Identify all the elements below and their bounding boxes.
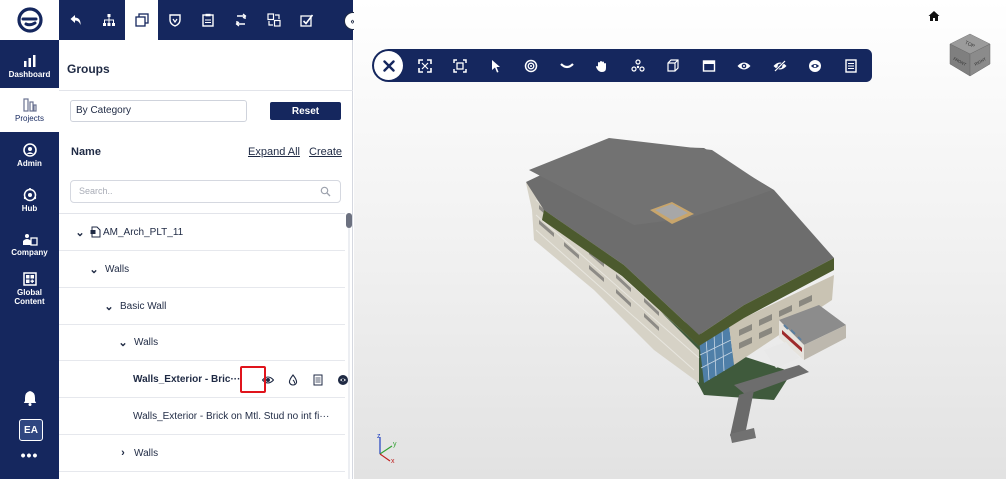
rail-label-hub: Hub: [21, 203, 38, 213]
expand-all-link[interactable]: Expand All: [248, 146, 300, 158]
chevron-down-icon[interactable]: ⌄: [102, 300, 116, 313]
tree-row-walls-exterior-selected[interactable]: Walls_Exterior - Bric···: [59, 361, 348, 398]
panel-toolbar: [59, 0, 353, 40]
rail-item-hub[interactable]: Hub: [0, 178, 59, 222]
axis-z-label: z: [377, 433, 381, 440]
rail-label-dashboard: Dashboard: [8, 69, 51, 79]
dashboard-icon: [23, 54, 35, 67]
search-icon: [320, 186, 331, 197]
toolbar-checklist-button[interactable]: [290, 0, 323, 40]
notifications-button[interactable]: [0, 390, 59, 410]
groups-icon: [134, 13, 149, 27]
chevron-down-icon[interactable]: ⌄: [116, 336, 130, 349]
rail-item-dashboard[interactable]: Dashboard: [0, 44, 59, 88]
tree-row-label: Walls: [134, 336, 159, 348]
left-rail: Dashboard Projects Admin Hub Company Glo…: [0, 0, 59, 479]
rail-item-company[interactable]: Company: [0, 222, 59, 266]
tree-row-label: Walls: [105, 263, 130, 275]
sync-icon: [235, 13, 246, 27]
rail-label-admin: Admin: [17, 158, 42, 168]
rail-item-global-content[interactable]: Global Content: [0, 264, 59, 314]
back-arrow-icon: [70, 15, 81, 25]
more-menu-button[interactable]: •••: [0, 447, 59, 463]
reset-button[interactable]: Reset: [270, 102, 341, 120]
toolbar-sync-button[interactable]: [224, 0, 257, 40]
building-model[interactable]: [354, 0, 1006, 479]
search-input[interactable]: Search..: [70, 180, 341, 203]
company-icon: [22, 233, 38, 246]
model-viewer[interactable]: TOP FRONT RIGHT z y x: [354, 0, 1006, 479]
isolate-button[interactable]: [330, 374, 355, 386]
tree-row-label: Walls_Exterior - Brick on Mtl. Stud no i…: [133, 410, 330, 422]
rail-label-global-content: Global Content: [14, 288, 45, 306]
toolbar-hierarchy-button[interactable]: [92, 0, 125, 40]
scrollbar-thumb[interactable]: [346, 213, 352, 228]
name-column-header: Name: [71, 146, 101, 158]
admin-icon: [22, 142, 37, 157]
hub-icon: [23, 187, 36, 201]
color-button[interactable]: [280, 374, 305, 386]
row-actions: [255, 371, 355, 389]
rail-item-projects[interactable]: Projects: [0, 88, 59, 132]
checklist-icon: [299, 14, 313, 27]
toolbar-layers-button[interactable]: [257, 0, 290, 40]
highlight-box: [240, 366, 266, 393]
isolate-icon: [337, 375, 348, 385]
toolbar-groups-button[interactable]: [125, 0, 158, 40]
scrollbar-track[interactable]: [348, 228, 350, 479]
logo-icon: [16, 7, 43, 33]
toolbar-shield-button[interactable]: [158, 0, 191, 40]
global-content-icon: [22, 272, 37, 286]
axis-triad: z y x: [377, 433, 397, 464]
properties-button[interactable]: [305, 374, 330, 386]
chevron-right-icon[interactable]: ›: [116, 447, 130, 459]
layers-icon: [266, 13, 281, 27]
app-logo[interactable]: [0, 0, 59, 40]
tree-row-walls-exterior-full[interactable]: Walls_Exterior - Brick on Mtl. Stud no i…: [59, 398, 345, 435]
document-icon: [313, 374, 322, 386]
tree-row-walls-type[interactable]: ⌄ Walls: [59, 324, 345, 361]
tree-row-label: Walls_Exterior - Bric···: [133, 373, 241, 385]
tree-row-basic-wall[interactable]: ⌄ Basic Wall: [59, 288, 345, 325]
file-icon: [90, 226, 101, 238]
tree-row-label: Walls: [134, 447, 159, 459]
paint-drop-icon: [288, 374, 297, 386]
groups-panel: Groups By Category Reset Name Expand All…: [59, 40, 353, 479]
create-link[interactable]: Create: [309, 146, 342, 158]
axis-x-label: x: [391, 458, 395, 464]
chevron-down-icon[interactable]: ⌄: [87, 263, 101, 276]
category-select[interactable]: By Category: [70, 100, 247, 122]
rail-item-admin[interactable]: Admin: [0, 133, 59, 177]
chevron-down-icon[interactable]: ⌄: [73, 226, 87, 239]
panel-title: Groups: [67, 62, 110, 76]
tree-row-walls-collapsed[interactable]: › Walls: [59, 435, 345, 472]
tree-row-label: Basic Wall: [120, 300, 167, 312]
search-placeholder: Search..: [79, 186, 113, 196]
tree-row-label: AM_Arch_PLT_11: [103, 226, 184, 238]
bell-icon: [23, 391, 36, 406]
hierarchy-icon: [102, 14, 115, 26]
tree-row-walls-category[interactable]: ⌄ Walls: [59, 251, 345, 288]
toolbar-clipboard-button[interactable]: [191, 0, 224, 40]
toolbar-back-button[interactable]: [59, 0, 92, 40]
projects-icon: [22, 97, 37, 112]
user-avatar[interactable]: EA: [19, 419, 43, 441]
clipboard-icon: [201, 13, 214, 27]
axis-y-label: y: [393, 441, 397, 448]
tree-row-model[interactable]: ⌄ AM_Arch_PLT_11: [59, 214, 345, 251]
rail-label-projects: Projects: [15, 113, 44, 123]
divider: [59, 90, 353, 91]
shield-icon: [168, 14, 181, 27]
rail-label-company: Company: [11, 247, 48, 257]
